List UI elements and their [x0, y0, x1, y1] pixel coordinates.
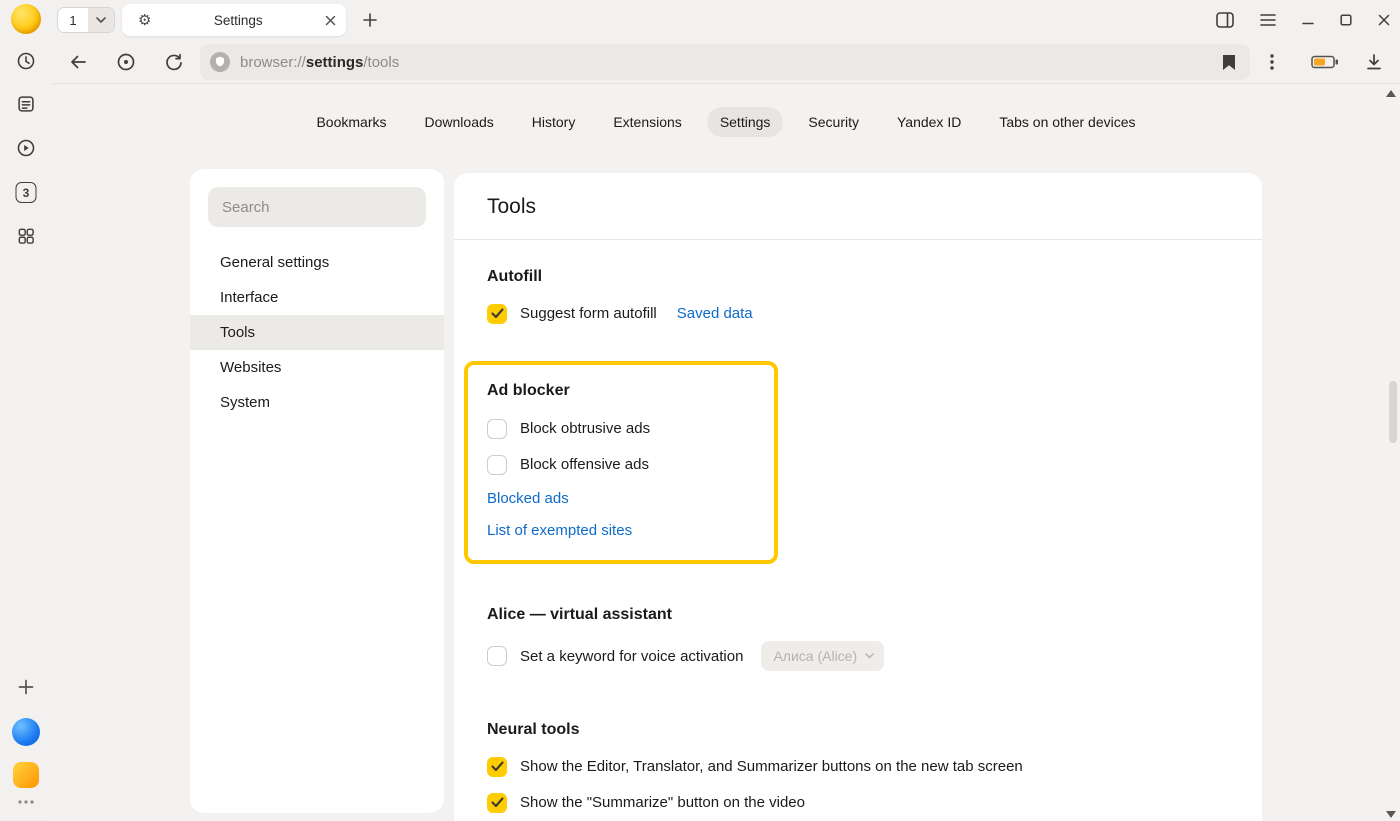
- neural-editor-checkbox[interactable]: [487, 757, 507, 777]
- section-autofill: Autofill Suggest form autofill Saved dat…: [487, 268, 1229, 324]
- yandex-id-icon[interactable]: [114, 50, 138, 74]
- neural-summarize-label: Show the "Summarize" button on the video: [520, 794, 805, 811]
- window-controls: [1216, 0, 1390, 40]
- toolbar: browser://settings/tools: [52, 40, 1400, 84]
- neural-summarize-row: Show the "Summarize" button on the video: [487, 792, 1229, 813]
- maximize-icon[interactable]: [1340, 14, 1352, 26]
- nav-yandex-id[interactable]: Yandex ID: [884, 107, 974, 137]
- neural-editor-row: Show the Editor, Translator, and Summari…: [487, 756, 1229, 777]
- nav-extensions[interactable]: Extensions: [600, 107, 694, 137]
- sidebar-item-general-settings[interactable]: General settings: [208, 245, 426, 280]
- block-offensive-label: Block offensive ads: [520, 456, 649, 473]
- section-neural-tools: Neural tools Show the Editor, Translator…: [487, 721, 1229, 821]
- neural-tools-heading: Neural tools: [487, 721, 1229, 739]
- tab-title: Settings: [151, 13, 325, 28]
- downloads-icon[interactable]: [1362, 50, 1386, 74]
- browser-window: 3 1 ⚙ Settings: [0, 0, 1400, 821]
- alice-keyword-row: Set a keyword for voice activation Алиса…: [487, 641, 1229, 671]
- tab-close-icon[interactable]: [325, 15, 336, 26]
- menu-icon[interactable]: [1260, 14, 1276, 26]
- more-menu-icon[interactable]: [1260, 50, 1284, 74]
- tab-counter-number: 1: [58, 8, 88, 32]
- settings-page: Bookmarks Downloads History Extensions S…: [52, 85, 1400, 821]
- block-obtrusive-label: Block obtrusive ads: [520, 420, 650, 437]
- neural-summarize-checkbox[interactable]: [487, 793, 507, 813]
- sidebar-item-interface[interactable]: Interface: [208, 280, 426, 315]
- section-alice: Alice — virtual assistant Set a keyword …: [487, 606, 1229, 671]
- alice-voice-select[interactable]: Алиса (Alice): [761, 641, 884, 671]
- alice-keyword-label: Set a keyword for voice activation: [520, 648, 743, 665]
- page-title: Tools: [487, 195, 1229, 219]
- feed-icon[interactable]: [15, 93, 37, 115]
- suggest-autofill-checkbox[interactable]: [487, 304, 507, 324]
- sidebar-item-websites[interactable]: Websites: [208, 350, 426, 385]
- block-obtrusive-row: Block obtrusive ads: [487, 418, 774, 439]
- alice-voice-select-value: Алиса (Alice): [773, 648, 857, 664]
- section-ad-blocker-highlighted: Ad blocker Block obtrusive ads Block off…: [464, 361, 778, 564]
- alice-heading: Alice — virtual assistant: [487, 606, 1229, 624]
- tools-settings-card: Tools Autofill Suggest form autofill Sav…: [454, 173, 1262, 821]
- app-icon-orange[interactable]: [13, 762, 39, 788]
- tab-count-badge: 3: [16, 182, 37, 203]
- battery-icon[interactable]: [1310, 50, 1340, 74]
- close-window-icon[interactable]: [1378, 14, 1390, 26]
- ad-blocker-heading: Ad blocker: [487, 382, 774, 400]
- nav-history[interactable]: History: [519, 107, 589, 137]
- play-icon[interactable]: [15, 137, 37, 159]
- block-offensive-checkbox[interactable]: [487, 455, 507, 475]
- chevron-down-icon[interactable]: [88, 8, 114, 32]
- reload-icon[interactable]: [162, 50, 186, 74]
- nav-tabs-other-devices[interactable]: Tabs on other devices: [986, 107, 1148, 137]
- tab-counter[interactable]: 1: [57, 7, 115, 33]
- url-text: browser://settings/tools: [240, 54, 399, 71]
- sidebar-item-system[interactable]: System: [208, 385, 426, 420]
- alice-keyword-checkbox[interactable]: [487, 646, 507, 666]
- browser-app-icon[interactable]: [12, 718, 40, 746]
- gear-icon: ⚙: [138, 13, 151, 28]
- apps-grid-icon[interactable]: [16, 226, 36, 246]
- rail-more-icon[interactable]: [17, 798, 35, 806]
- block-offensive-row: Block offensive ads: [487, 454, 774, 475]
- exempted-sites-link[interactable]: List of exempted sites: [487, 522, 774, 539]
- minimize-icon[interactable]: [1302, 14, 1314, 26]
- back-icon[interactable]: [66, 50, 90, 74]
- scrollbar-thumb[interactable]: [1389, 381, 1397, 443]
- left-rail: 3: [0, 0, 52, 821]
- address-bar[interactable]: browser://settings/tools: [200, 44, 1250, 80]
- nav-settings[interactable]: Settings: [707, 107, 784, 137]
- rail-add-icon[interactable]: [17, 678, 35, 696]
- protect-shield-icon[interactable]: [210, 52, 230, 72]
- side-panel-icon[interactable]: [1216, 12, 1234, 28]
- nav-bookmarks[interactable]: Bookmarks: [303, 107, 399, 137]
- block-obtrusive-checkbox[interactable]: [487, 419, 507, 439]
- tab-settings[interactable]: ⚙ Settings: [122, 4, 346, 36]
- select-chevron-icon: [865, 653, 874, 659]
- alice-avatar[interactable]: [11, 4, 41, 34]
- nav-security[interactable]: Security: [795, 107, 872, 137]
- suggest-autofill-row: Suggest form autofill Saved data: [487, 303, 1229, 324]
- new-tab-button[interactable]: [358, 8, 382, 32]
- scroll-up-arrow[interactable]: [1386, 90, 1396, 97]
- settings-sections-list: General settings Interface Tools Website…: [208, 245, 426, 420]
- sidebar-item-tools[interactable]: Tools: [190, 315, 444, 350]
- autofill-heading: Autofill: [487, 268, 1229, 286]
- settings-sidebar: General settings Interface Tools Website…: [190, 169, 444, 813]
- bookmark-icon[interactable]: [1222, 54, 1236, 71]
- search-input[interactable]: [208, 187, 426, 227]
- tab-strip: 1 ⚙ Settings: [52, 0, 1400, 40]
- scroll-down-arrow[interactable]: [1386, 811, 1396, 818]
- nav-downloads[interactable]: Downloads: [412, 107, 507, 137]
- blocked-ads-link[interactable]: Blocked ads: [487, 490, 774, 507]
- tabs-panel-button[interactable]: 3: [16, 182, 37, 203]
- suggest-autofill-label: Suggest form autofill: [520, 305, 657, 322]
- neural-editor-label: Show the Editor, Translator, and Summari…: [520, 758, 1023, 775]
- history-clock-icon[interactable]: [15, 50, 37, 72]
- saved-data-link[interactable]: Saved data: [677, 305, 753, 322]
- settings-top-nav: Bookmarks Downloads History Extensions S…: [52, 107, 1400, 137]
